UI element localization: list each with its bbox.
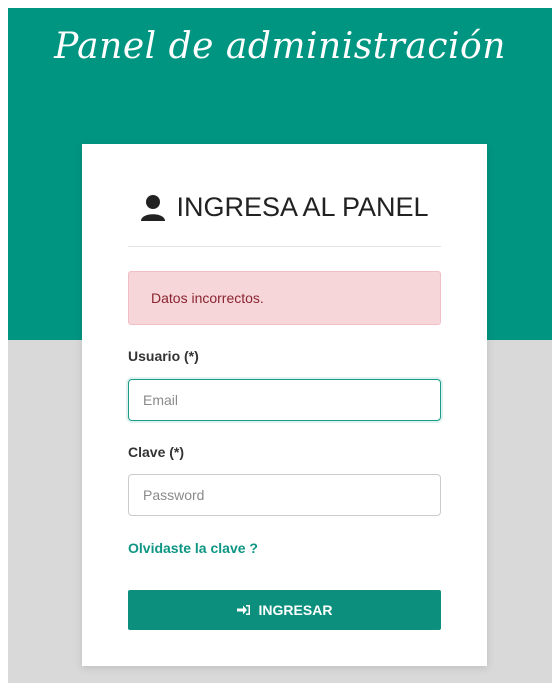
- login-title-text: INGRESA AL PANEL: [176, 192, 429, 222]
- title-divider: [128, 246, 441, 247]
- sign-in-icon: [236, 605, 250, 615]
- login-card-title: INGRESA AL PANEL: [82, 192, 487, 223]
- login-button-label: INGRESAR: [258, 602, 333, 618]
- email-input[interactable]: [128, 379, 441, 421]
- login-card: INGRESA AL PANEL Datos incorrectos. Usua…: [82, 144, 487, 666]
- user-icon: [141, 194, 166, 221]
- user-label: Usuario (*): [128, 348, 199, 364]
- page-title: Panel de administración: [54, 26, 506, 67]
- forgot-password-link[interactable]: Olvidaste la clave ?: [128, 540, 258, 556]
- password-input[interactable]: [128, 474, 441, 516]
- password-label: Clave (*): [128, 444, 185, 460]
- login-button[interactable]: INGRESAR: [128, 590, 441, 630]
- error-alert: Datos incorrectos.: [128, 271, 441, 325]
